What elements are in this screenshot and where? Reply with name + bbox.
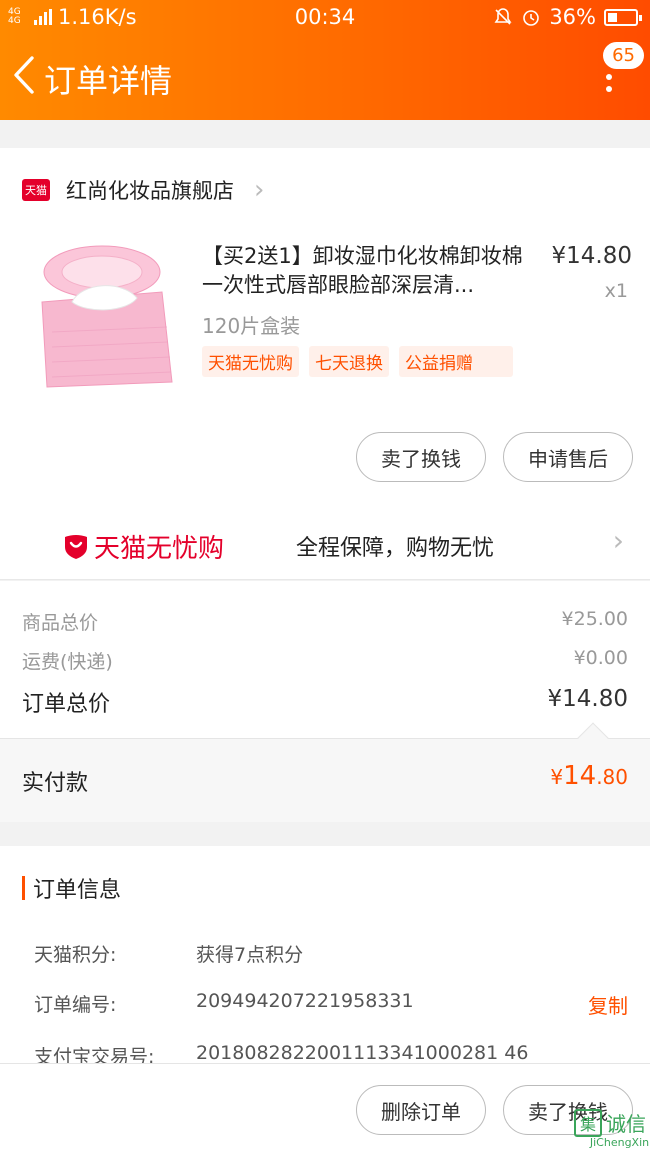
- goods-total-value: ¥25.00: [561, 608, 628, 630]
- heading-accent-bar: [22, 876, 25, 900]
- product-price: ¥14.80: [551, 243, 632, 269]
- battery-fill: [608, 12, 618, 22]
- tmall-logo: 天猫: [22, 179, 50, 201]
- more-dot-icon: [606, 74, 612, 80]
- chevron-right-icon: ›: [254, 175, 265, 205]
- amount-decimal: .80: [596, 765, 628, 789]
- message-count-badge[interactable]: 65: [603, 42, 644, 69]
- shop-row[interactable]: 天猫 红尚化妆品旗舰店 ›: [22, 175, 264, 205]
- tmall-shield-icon: [65, 534, 87, 559]
- status-bar: 4G 4G 1.16K/s 00:34 36%: [0, 0, 650, 36]
- request-aftersale-button[interactable]: 申请售后: [503, 432, 633, 482]
- chevron-right-icon: ›: [612, 524, 624, 557]
- shipping-label: 运费(快递): [22, 651, 113, 673]
- order-number-label: 订单编号:: [34, 994, 117, 1016]
- tag-charity: 公益捐赠: [399, 346, 513, 377]
- watermark-url: JiChengXin.com: [589, 1136, 650, 1149]
- page-title: 订单详情: [44, 62, 173, 100]
- order-number-row: 订单编号: 209494207221958331 复制: [34, 990, 628, 1019]
- guarantee-brand: 天猫无忧购: [62, 528, 224, 565]
- watermark-logo: 集: [574, 1108, 602, 1137]
- shipping-value: ¥0.00: [573, 647, 628, 669]
- back-arrow-icon[interactable]: [8, 50, 44, 100]
- points-value: 获得7点积分: [196, 944, 304, 966]
- watermark: 集 诚信 JiChengXin.com: [574, 1108, 650, 1149]
- points-row: 天猫积分: 获得7点积分: [34, 940, 628, 967]
- order-total-label: 订单总价: [22, 692, 111, 717]
- actual-payment-value: ¥14.80: [550, 761, 628, 791]
- nav-bar: 订单详情 65: [0, 36, 650, 120]
- order-number-value: 209494207221958331: [196, 990, 414, 1012]
- goods-total-label: 商品总价: [22, 612, 99, 634]
- shop-name: 红尚化妆品旗舰店: [66, 179, 234, 203]
- guarantee-row[interactable]: 天猫无忧购 全程保障，购物无忧 ›: [0, 508, 650, 580]
- product-title[interactable]: 【买2送1】卸妆湿巾化妆棉卸妆棉一次性式唇部眼脸部深层清...: [202, 242, 542, 300]
- alarm-icon: [523, 10, 540, 26]
- delete-order-button[interactable]: 删除订单: [356, 1085, 486, 1135]
- guarantee-brand-label: 天猫无忧购: [94, 534, 225, 564]
- more-dot-icon: [606, 86, 612, 92]
- top-bar: 4G 4G 1.16K/s 00:34 36% 订单详情 65: [0, 0, 650, 120]
- product-spec: 120片盒装: [202, 314, 301, 338]
- service-tags: 天猫无忧购 七天退换 公益捐赠: [202, 346, 513, 377]
- guarantee-text: 全程保障，购物无忧: [296, 536, 495, 561]
- battery-percent: 36%: [549, 5, 596, 29]
- order-total-value: ¥14.80: [547, 686, 628, 712]
- order-total-row: 订单总价 ¥14.80: [22, 686, 628, 718]
- currency-symbol: ¥: [550, 765, 564, 789]
- actual-payment-row: 实付款 ¥14.80: [0, 722, 650, 822]
- mute-bell-icon: [494, 8, 512, 25]
- status-right: 36%: [493, 5, 642, 29]
- sell-for-cash-button[interactable]: 卖了换钱: [356, 432, 486, 482]
- order-info-heading: 订单信息: [22, 872, 121, 904]
- product-quantity: x1: [604, 280, 628, 302]
- tag-seven-day-return: 七天退换: [309, 346, 389, 377]
- battery-icon: [604, 8, 642, 26]
- goods-total-row: 商品总价 ¥25.00: [22, 608, 628, 635]
- amount-integer: 14: [563, 761, 597, 791]
- product-thumbnail[interactable]: [22, 232, 182, 392]
- shipping-row: 运费(快递) ¥0.00: [22, 647, 628, 674]
- watermark-text: 诚信: [606, 1112, 646, 1136]
- copy-order-number-button[interactable]: 复制: [588, 990, 628, 1019]
- points-label: 天猫积分:: [34, 944, 117, 966]
- order-info-title: 订单信息: [33, 878, 122, 903]
- actual-payment-label: 实付款: [22, 771, 89, 796]
- tag-tmall-worry-free: 天猫无忧购: [202, 346, 299, 377]
